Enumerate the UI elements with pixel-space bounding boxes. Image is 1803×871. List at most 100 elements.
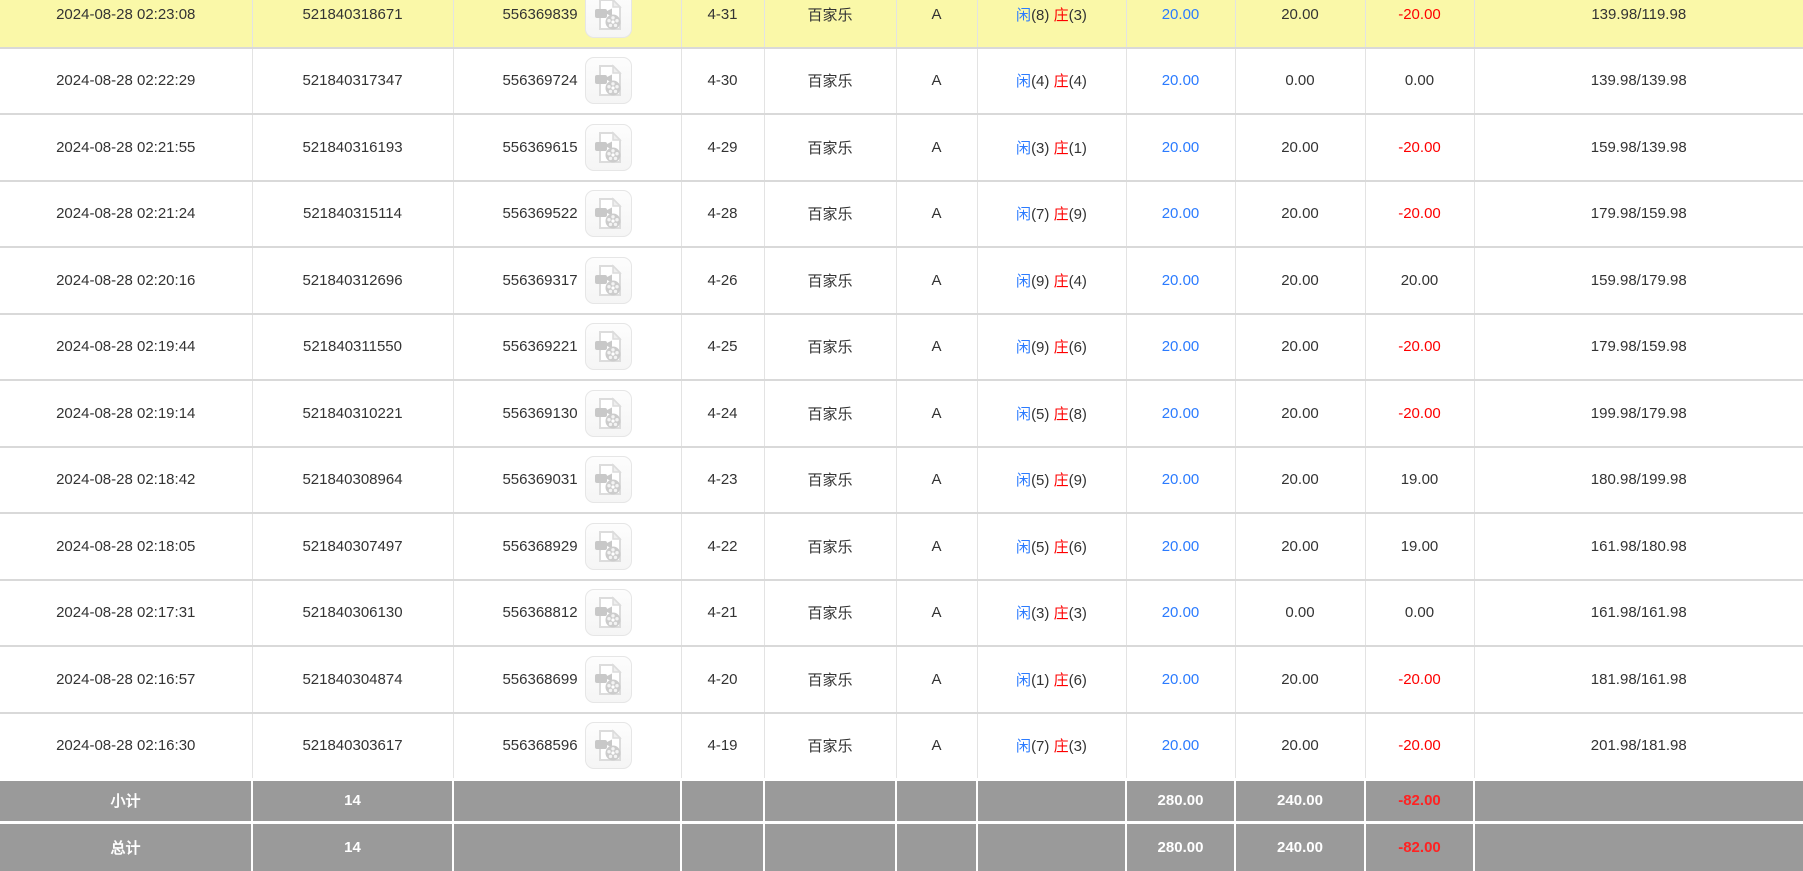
cell-valid-amount: 20.00	[1235, 379, 1366, 447]
player-result-label: 闲	[1016, 6, 1032, 24]
cell-table-round: 4-24	[681, 379, 765, 447]
cell-table-round: 4-21	[681, 578, 765, 646]
table-row[interactable]: 2024-08-28 02:19:14 521840310221 5563691…	[0, 379, 1803, 447]
banker-result-points: (4)	[1068, 73, 1087, 91]
round-no: 556369221	[502, 338, 578, 356]
cell-table-id: A	[896, 445, 978, 513]
round-no: 556369615	[502, 138, 578, 156]
banker-result-points: (6)	[1068, 671, 1087, 689]
table-id: A	[931, 471, 942, 489]
cell-order-no: 521840310221	[252, 379, 454, 447]
game-type: 百家乐	[807, 73, 853, 91]
video-replay-button[interactable]	[584, 190, 632, 238]
cell-order-no: 521840316193	[252, 113, 454, 181]
cell-bet-time: 2024-08-28 02:20:16	[0, 246, 253, 314]
table-row[interactable]: 2024-08-28 02:16:30 521840303617 5563685…	[0, 711, 1803, 779]
cell-table-id: A	[896, 379, 978, 447]
summary-win-loss: -82.00	[1398, 792, 1441, 809]
table-row[interactable]: 2024-08-28 02:21:55 521840316193 5563696…	[0, 113, 1803, 181]
bet-amount: 20.00	[1161, 338, 1200, 356]
table-round: 4-30	[707, 72, 738, 90]
order-no: 521840307497	[302, 537, 403, 555]
win-loss: -20.00	[1398, 338, 1441, 356]
cell-game-result: 闲(9) 庄(6)	[977, 312, 1127, 380]
player-result-label: 闲	[1016, 538, 1032, 556]
table-id: A	[931, 271, 942, 289]
bet-time: 2024-08-28 02:20:16	[56, 271, 196, 289]
balance-before-after: 179.98/159.98	[1590, 338, 1687, 356]
cell-balance: 139.98/139.98	[1474, 46, 1803, 114]
bet-amount: 20.00	[1161, 138, 1200, 156]
order-no: 521840303617	[302, 737, 403, 754]
table-row[interactable]: 2024-08-28 02:23:08 521840318671 5563698…	[0, 0, 1803, 48]
cell-valid-amount: 20.00	[1235, 711, 1366, 779]
video-replay-button[interactable]	[584, 0, 632, 38]
cell-summary-count: 14	[252, 777, 454, 822]
summary-count: 14	[344, 838, 361, 856]
cell-win-loss: -20.00	[1365, 379, 1475, 447]
cell-bet-amount: 20.00	[1126, 46, 1236, 114]
cell-bet-time: 2024-08-28 02:22:29	[0, 46, 253, 114]
table-row[interactable]: 2024-08-28 02:19:44 521840311550 5563692…	[0, 312, 1803, 380]
table-round: 4-24	[707, 404, 738, 422]
cell-table-id: A	[896, 179, 978, 247]
video-file-icon	[594, 729, 622, 761]
balance-before-after: 201.98/181.98	[1590, 737, 1687, 754]
video-replay-button[interactable]	[584, 256, 632, 304]
player-result-label: 闲	[1016, 139, 1032, 157]
summary-row: 总计 14 280.00 240.00 -82.00	[0, 820, 1803, 871]
summary-count: 14	[344, 792, 361, 809]
table-row[interactable]: 2024-08-28 02:17:31 521840306130 5563688…	[0, 578, 1803, 646]
cell-order-no: 521840315114	[252, 179, 454, 247]
table-id: A	[931, 5, 942, 23]
win-loss: -20.00	[1398, 138, 1441, 156]
table-row[interactable]: 2024-08-28 02:22:29 521840317347 5563697…	[0, 46, 1803, 114]
table-round: 4-23	[707, 471, 738, 489]
player-result-points: (9)	[1031, 339, 1050, 357]
round-no: 556368596	[502, 737, 578, 754]
cell-valid-amount: 20.00	[1235, 179, 1366, 247]
cell-table-id: A	[896, 0, 978, 48]
round-no: 556369839	[502, 5, 578, 23]
player-result-label: 闲	[1016, 605, 1032, 623]
cell-balance: 199.98/179.98	[1474, 379, 1803, 447]
video-replay-button[interactable]	[584, 722, 632, 769]
video-replay-button[interactable]	[584, 57, 632, 105]
cell-table-round: 4-25	[681, 312, 765, 380]
table-id: A	[931, 338, 942, 356]
video-replay-button[interactable]	[584, 456, 632, 504]
video-replay-button[interactable]	[584, 123, 632, 171]
game-type: 百家乐	[807, 6, 853, 24]
balance-before-after: 180.98/199.98	[1590, 471, 1687, 489]
cell-round-no: 556369839	[453, 0, 682, 48]
balance-before-after: 139.98/119.98	[1591, 5, 1687, 23]
table-row[interactable]: 2024-08-28 02:18:42 521840308964 5563690…	[0, 445, 1803, 513]
order-no: 521840311550	[303, 338, 402, 356]
order-no: 521840306130	[302, 604, 403, 622]
table-row[interactable]: 2024-08-28 02:16:57 521840304874 5563686…	[0, 645, 1803, 713]
win-loss: -20.00	[1398, 404, 1441, 422]
game-type: 百家乐	[807, 472, 853, 490]
banker-result-points: (9)	[1068, 206, 1087, 224]
table-row[interactable]: 2024-08-28 02:21:24 521840315114 5563695…	[0, 179, 1803, 247]
cell-balance: 161.98/180.98	[1474, 512, 1803, 580]
video-replay-button[interactable]	[584, 389, 632, 437]
round-no: 556368929	[502, 537, 578, 555]
video-replay-button[interactable]	[584, 589, 632, 637]
summary-label: 小计	[110, 793, 141, 810]
cell-round-no: 556369522	[453, 179, 682, 247]
bet-amount: 20.00	[1161, 471, 1200, 489]
table-row[interactable]: 2024-08-28 02:20:16 521840312696 5563693…	[0, 246, 1803, 314]
win-loss: 19.00	[1400, 537, 1439, 555]
cell-bet-amount: 20.00	[1126, 578, 1236, 646]
cell-round-no: 556368699	[453, 645, 682, 713]
video-replay-button[interactable]	[584, 522, 632, 570]
video-replay-button[interactable]	[584, 655, 632, 703]
video-file-icon	[594, 0, 622, 30]
table-row[interactable]: 2024-08-28 02:18:05 521840307497 5563689…	[0, 512, 1803, 580]
banker-result-label: 庄	[1053, 339, 1069, 357]
video-replay-button[interactable]	[584, 323, 632, 371]
valid-amount: 20.00	[1281, 338, 1319, 356]
cell-game-type: 百家乐	[764, 246, 897, 314]
cell-table-round: 4-28	[681, 179, 765, 247]
